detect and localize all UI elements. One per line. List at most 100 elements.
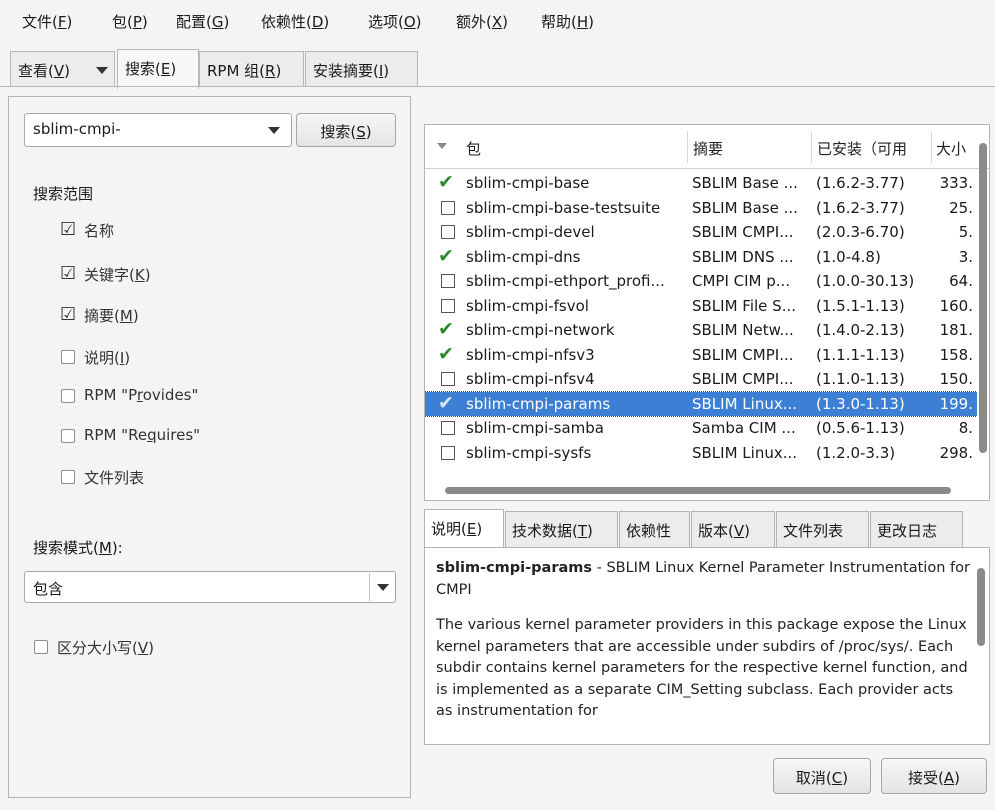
- menu-config[interactable]: 配置(G): [176, 11, 229, 32]
- tab-install-summary[interactable]: 安装摘要(I): [305, 51, 418, 87]
- table-row[interactable]: sblim-cmpi-samba Samba CIM ... (0.5.6-1.13…: [425, 416, 977, 440]
- package-name-cell: sblim-cmpi-dns: [466, 247, 581, 266]
- package-summary-cell: SBLIM Linux...: [692, 443, 798, 462]
- package-version-cell: (1.1.1-1.13): [816, 345, 905, 364]
- installed-check-icon[interactable]: ✔: [438, 245, 454, 267]
- checkbox-checked-icon[interactable]: ☑: [60, 265, 76, 283]
- package-name-cell: sblim-cmpi-ethport_profi...: [466, 272, 665, 290]
- package-size-cell: 25.: [949, 198, 973, 217]
- menu-file[interactable]: 文件(F): [22, 11, 72, 32]
- package-summary-cell: Samba CIM ...: [692, 419, 796, 437]
- package-size-cell: 5.: [958, 223, 973, 241]
- description-pane[interactable]: sblim-cmpi-params - SBLIM Linux Kernel P…: [424, 547, 990, 745]
- package-name-cell: sblim-cmpi-nfsv4: [466, 370, 595, 388]
- checkbox-unchecked-icon[interactable]: [441, 298, 455, 313]
- package-rows: ✔ sblim-cmpi-base SBLIM Base ... (1.6.2-3.7…: [425, 171, 977, 483]
- tab-technical-data[interactable]: 技术数据(T): [505, 511, 618, 547]
- table-row[interactable]: ✔ sblim-cmpi-network SBLIM Netw... (1.4.0-2…: [425, 318, 977, 342]
- package-size-cell: 298.: [939, 443, 973, 462]
- package-list[interactable]: 包 摘要 已安装（可用 大小 ✔ sblim-cmpi-base SBLIM Bas…: [424, 124, 990, 501]
- package-size-cell: 199.: [939, 394, 973, 413]
- tab-versions[interactable]: 版本(V): [691, 511, 775, 547]
- table-row[interactable]: ✔ sblim-cmpi-dns SBLIM DNS ... (1.0-4.8) 3.: [425, 245, 977, 269]
- package-size-cell: 181.: [939, 321, 973, 339]
- tab-rpm-groups[interactable]: RPM 组(R): [199, 51, 304, 87]
- chevron-down-icon[interactable]: [377, 584, 389, 591]
- package-version-cell: (1.6.2-3.77): [816, 174, 905, 192]
- tab-bar-divider: [0, 86, 995, 87]
- chevron-down-icon: [96, 67, 108, 74]
- checkbox-unchecked-icon[interactable]: [441, 372, 455, 386]
- table-row[interactable]: sblim-cmpi-nfsv4 SBLIM CMPI... (1.1.0-1.13…: [425, 367, 977, 391]
- installed-check-icon[interactable]: ✔: [438, 171, 454, 193]
- tab-changelog[interactable]: 更改日志: [870, 511, 963, 547]
- chevron-down-icon[interactable]: [268, 127, 280, 134]
- checkbox-unchecked-icon[interactable]: [441, 200, 455, 215]
- menu-package[interactable]: 包(P): [112, 11, 148, 32]
- package-version-cell: (1.2.0-3.3): [816, 443, 896, 462]
- table-row[interactable]: sblim-cmpi-base-testsuite SBLIM Base ... (…: [425, 196, 977, 220]
- package-size-cell: 160.: [939, 296, 973, 315]
- search-mode-select[interactable]: 包含: [24, 571, 396, 603]
- package-name-cell: sblim-cmpi-network: [466, 321, 615, 339]
- installed-check-icon[interactable]: ✔: [438, 343, 454, 365]
- menu-extras[interactable]: 额外(X): [456, 11, 508, 32]
- package-summary-cell: SBLIM Base ...: [692, 174, 798, 192]
- checkbox-unchecked-icon[interactable]: [61, 470, 75, 484]
- column-header-size[interactable]: 大小: [936, 138, 976, 159]
- checkbox-unchecked-icon[interactable]: [441, 445, 455, 460]
- table-row[interactable]: sblim-cmpi-sysfs SBLIM Linux... (1.2.0-3.3…: [425, 441, 977, 465]
- package-version-cell: (1.3.0-1.13): [816, 394, 905, 413]
- column-header-summary[interactable]: 摘要: [693, 138, 723, 159]
- package-name-cell: sblim-cmpi-params: [466, 394, 611, 413]
- checkbox-unchecked-icon[interactable]: [34, 640, 48, 654]
- search-mode-label: 搜索模式(M):: [33, 539, 123, 557]
- table-row[interactable]: ✔ sblim-cmpi-nfsv3 SBLIM CMPI... (1.1.1-1.1…: [425, 343, 977, 367]
- table-row[interactable]: ✔ sblim-cmpi-params SBLIM Linux... (1.3.0-1…: [425, 390, 977, 417]
- package-name-cell: sblim-cmpi-fsvol: [466, 296, 589, 315]
- package-size-cell: 333.: [939, 174, 973, 192]
- package-version-cell: (1.0.0-30.13): [816, 272, 915, 290]
- vertical-scrollbar[interactable]: [979, 143, 987, 453]
- description-scrollbar[interactable]: [977, 568, 985, 646]
- horizontal-scrollbar[interactable]: [445, 487, 951, 494]
- menu-options[interactable]: 选项(O): [368, 11, 422, 32]
- checkbox-unchecked-icon[interactable]: [441, 225, 455, 239]
- checkbox-checked-icon[interactable]: ☑: [60, 221, 76, 239]
- tab-file-list[interactable]: 文件列表: [776, 511, 869, 547]
- tab-search[interactable]: 搜索(E): [117, 49, 199, 89]
- checkbox-unchecked-icon[interactable]: [441, 421, 455, 435]
- table-row[interactable]: sblim-cmpi-ethport_profi... CMPI CIM p...…: [425, 269, 977, 293]
- checkbox-unchecked-icon[interactable]: [61, 429, 75, 443]
- search-panel: sblim-cmpi- 搜索(S) 搜索范围 ☑ 名称 ☑ 关键字(K) ☑ 摘…: [8, 96, 411, 798]
- search-button[interactable]: 搜索(S): [296, 113, 396, 147]
- checkbox-checked-icon[interactable]: ☑: [60, 306, 76, 324]
- search-input[interactable]: sblim-cmpi-: [24, 113, 292, 147]
- checkbox-unchecked-icon[interactable]: [441, 274, 455, 288]
- column-header-package[interactable]: 包: [466, 138, 481, 159]
- package-summary-cell: SBLIM Linux...: [692, 394, 798, 413]
- package-name-cell: sblim-cmpi-base: [466, 174, 590, 192]
- tab-description[interactable]: 说明(E): [424, 509, 504, 548]
- table-row[interactable]: sblim-cmpi-devel SBLIM CMPI... (2.0.3-6.70…: [425, 220, 977, 244]
- package-size-cell: 3.: [958, 247, 973, 266]
- menu-dependencies[interactable]: 依赖性(D): [261, 11, 329, 32]
- tab-dependencies[interactable]: 依赖性: [619, 511, 690, 547]
- checkbox-unchecked-icon[interactable]: [61, 389, 75, 403]
- table-row[interactable]: sblim-cmpi-fsvol SBLIM File S... (1.5.1-1.…: [425, 294, 977, 318]
- package-summary-cell: SBLIM Base ...: [692, 198, 798, 217]
- menu-help[interactable]: 帮助(H): [541, 11, 594, 32]
- column-header-installed[interactable]: 已安装（可用: [817, 138, 929, 159]
- cancel-button[interactable]: 取消(C): [773, 758, 871, 794]
- package-name-cell: sblim-cmpi-samba: [466, 419, 604, 437]
- installed-check-icon[interactable]: ✔: [438, 318, 454, 340]
- view-tab-bar: 查看(V) 搜索(E) RPM 组(R) 安装摘要(I): [0, 46, 995, 89]
- checkbox-unchecked-icon[interactable]: [61, 350, 75, 364]
- accept-button[interactable]: 接受(A): [881, 758, 987, 794]
- table-row[interactable]: ✔ sblim-cmpi-base SBLIM Base ... (1.6.2-3.7…: [425, 171, 977, 195]
- package-summary-cell: CMPI CIM p...: [692, 272, 791, 290]
- status-sort-icon[interactable]: [437, 143, 447, 149]
- installed-check-icon[interactable]: ✔: [438, 392, 454, 414]
- view-dropdown-button[interactable]: 查看(V): [10, 51, 115, 87]
- package-version-cell: (1.4.0-2.13): [816, 321, 905, 339]
